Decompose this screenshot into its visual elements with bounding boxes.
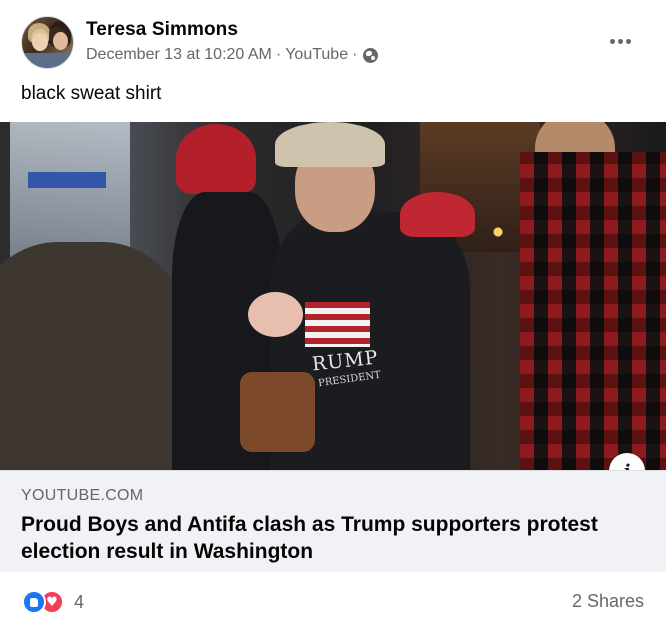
link-preview-card[interactable]: RUMP PRESIDENT i YOUTUBE.COM Proud Boys … xyxy=(0,122,666,572)
reactions-summary[interactable]: ♥ 4 xyxy=(22,590,84,614)
avatar-shirt xyxy=(22,53,73,68)
post-meta: December 13 at 10:20 AM · YouTube · xyxy=(86,46,379,64)
image-plaid-shirt xyxy=(520,152,666,470)
post-timestamp[interactable]: December 13 at 10:20 AM xyxy=(86,46,272,64)
more-dot-icon xyxy=(609,38,615,44)
image-shirt-flag xyxy=(305,302,370,347)
link-info-bar[interactable]: YOUTUBE.COM Proud Boys and Antifa clash … xyxy=(0,470,666,572)
avatar-face-right xyxy=(53,32,68,50)
facebook-post: Teresa Simmons December 13 at 10:20 AM ·… xyxy=(0,0,666,628)
image-person-left xyxy=(0,242,190,470)
post-text: black sweat shirt xyxy=(21,83,162,104)
globe-icon[interactable] xyxy=(363,47,379,63)
link-domain: YOUTUBE.COM xyxy=(21,487,144,504)
author-name[interactable]: Teresa Simmons xyxy=(86,19,238,41)
image-main-person-cap xyxy=(275,122,385,167)
link-preview-image[interactable]: RUMP PRESIDENT xyxy=(0,122,666,470)
post-header: Teresa Simmons December 13 at 10:20 AM ·… xyxy=(0,0,666,80)
link-title[interactable]: Proud Boys and Antifa clash as Trump sup… xyxy=(21,511,621,565)
meta-separator: · xyxy=(275,46,282,63)
reaction-count: 4 xyxy=(74,591,85,612)
like-icon xyxy=(22,590,46,614)
image-red-hat-right xyxy=(400,192,475,237)
image-bag xyxy=(240,372,315,452)
image-hand xyxy=(248,292,303,337)
image-window-sign xyxy=(28,172,106,188)
more-dot-icon xyxy=(625,38,631,44)
author-avatar[interactable] xyxy=(21,16,74,69)
image-red-hat xyxy=(176,124,256,194)
post-footer: ♥ 4 2 Shares xyxy=(0,572,666,628)
shares-count[interactable]: 2 Shares xyxy=(572,591,644,612)
more-options-button[interactable] xyxy=(604,28,636,54)
post-source[interactable]: YouTube xyxy=(285,46,348,64)
avatar-face-left xyxy=(32,33,48,51)
more-dot-icon xyxy=(617,38,623,44)
meta-separator-2: · xyxy=(352,46,358,63)
